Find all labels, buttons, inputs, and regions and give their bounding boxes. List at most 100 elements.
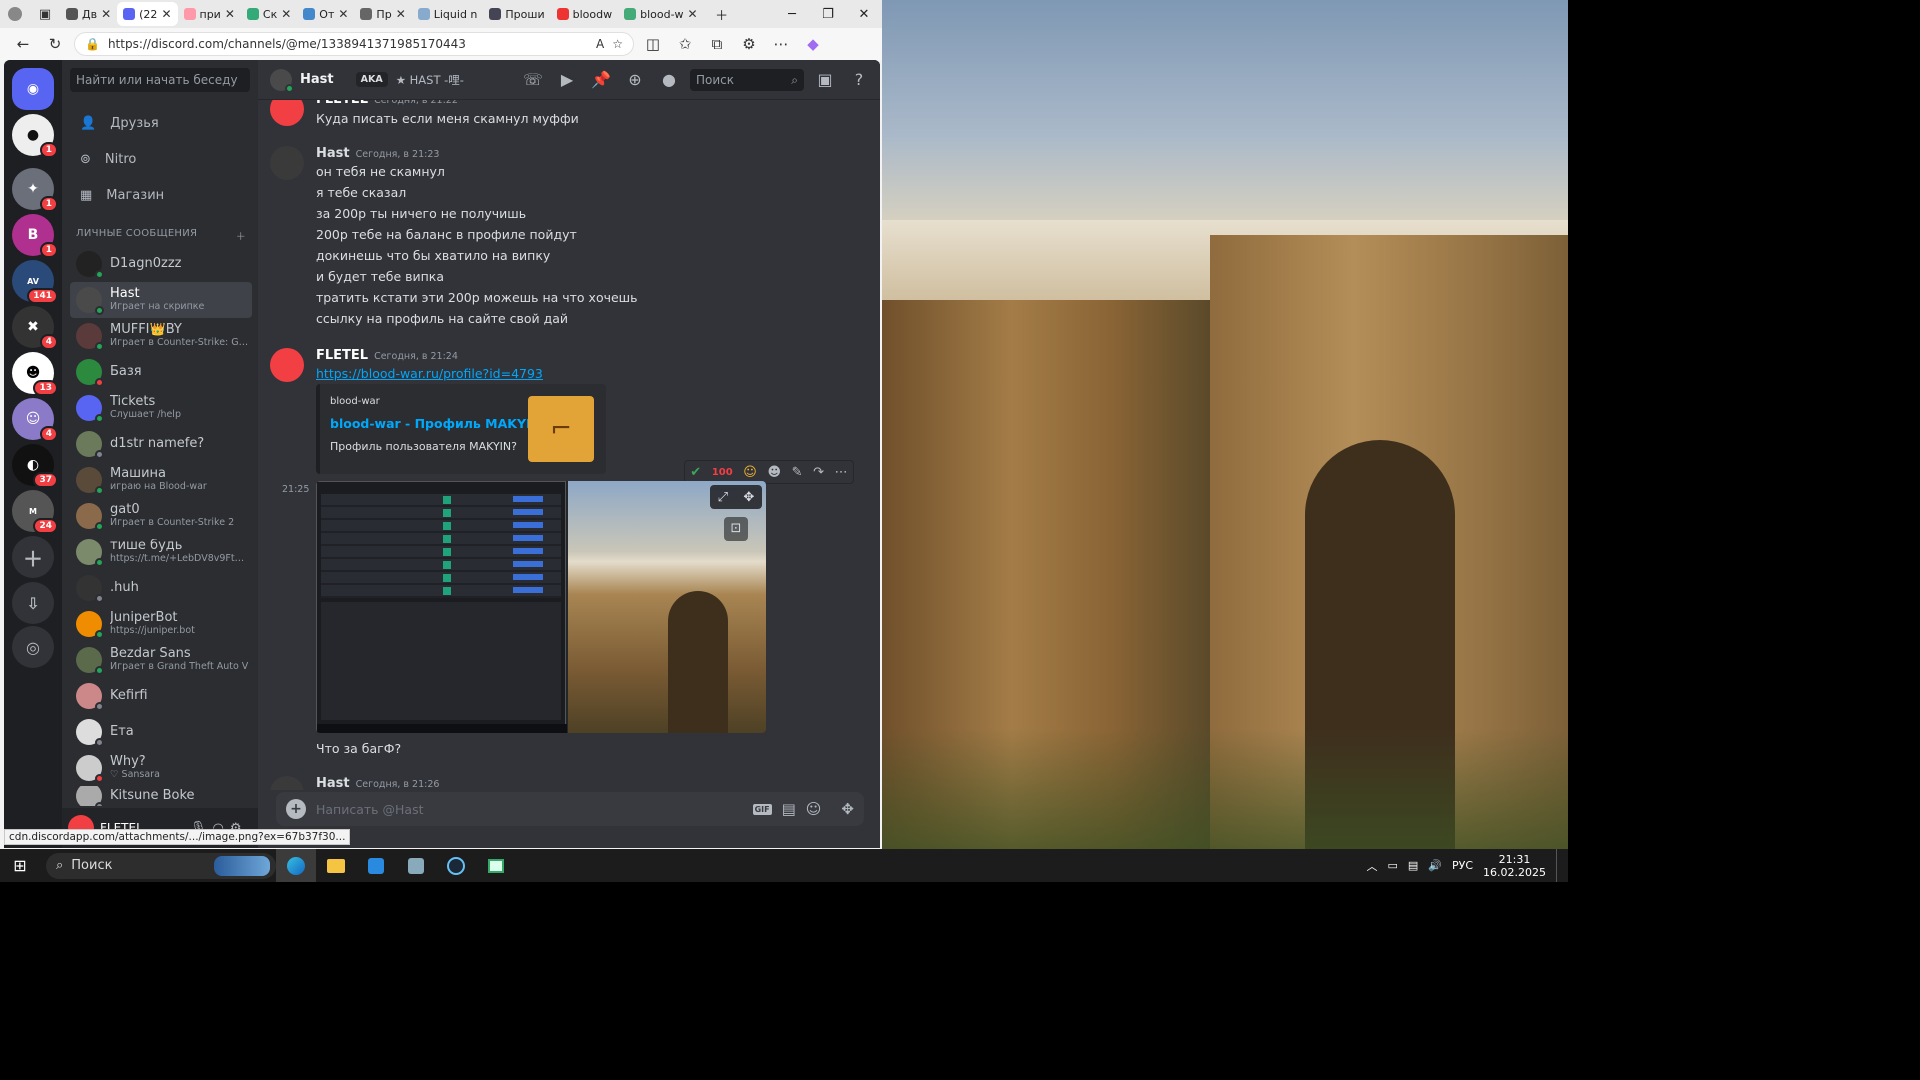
edit-pencil-icon[interactable]: ✎: [792, 465, 803, 480]
server-icon[interactable]: ☻ 13: [12, 352, 58, 396]
dm-avatar-unread[interactable]: ● 1: [12, 114, 58, 158]
steam-icon[interactable]: [436, 849, 476, 882]
server-icon[interactable]: ◐ 37: [12, 444, 58, 488]
favorites-icon[interactable]: ✩: [672, 35, 698, 53]
dm-item[interactable]: d1str namefe?: [70, 426, 252, 462]
help-icon[interactable]: ?: [846, 70, 872, 89]
video-call-icon[interactable]: ▶: [554, 70, 580, 89]
nav-nitro[interactable]: ⊚ Nitro: [70, 142, 250, 176]
new-tab-button[interactable]: ＋: [704, 5, 740, 24]
browser-tab[interactable]: Проши: [483, 2, 550, 26]
browser-tab[interactable]: blood-w ✕: [618, 2, 704, 26]
start-windows-icon[interactable]: ⊞: [0, 849, 40, 882]
tab-actions-icon[interactable]: ▣: [30, 0, 60, 31]
maximize-button[interactable]: ❐: [810, 7, 846, 22]
server-icon-majestic[interactable]: M 24: [12, 490, 58, 534]
attach-plus-icon[interactable]: +: [286, 799, 306, 819]
app-icon[interactable]: [396, 849, 436, 882]
download-apps-icon[interactable]: ⇩: [12, 582, 54, 624]
profile-icon[interactable]: [0, 0, 30, 31]
browser-tab[interactable]: bloodw: [551, 2, 618, 26]
apps-launcher-icon[interactable]: ✥: [841, 800, 854, 818]
dm-item[interactable]: Tickets Слушает /help: [70, 390, 252, 426]
volume-icon[interactable]: 🔊: [1428, 859, 1442, 872]
dm-item[interactable]: D1agn0zzz: [70, 246, 252, 282]
server-icon[interactable]: ✖ 4: [12, 306, 58, 350]
dm-item[interactable]: Машина играю на Blood-war: [70, 462, 252, 498]
laugh-reaction-icon[interactable]: ☺: [743, 465, 757, 480]
message-link[interactable]: https://blood-war.ru/profile?id=4793: [316, 363, 543, 384]
discord-home-icon[interactable]: ◉: [12, 68, 54, 110]
refresh-icon[interactable]: ↻: [42, 35, 68, 53]
user-profile-icon[interactable]: ●: [656, 70, 682, 89]
message-composer[interactable]: + Написать @Hast GIF ▤ ☺ ✥: [276, 792, 864, 826]
dm-item-selected[interactable]: Hast Играет на скрипке: [70, 282, 252, 318]
more-menu-icon[interactable]: ⋯: [768, 35, 794, 53]
taskbar-search[interactable]: ⌕ Поиск: [46, 852, 276, 879]
sticker-icon[interactable]: ▤: [782, 800, 796, 818]
embed-thumbnail-rifle[interactable]: ⌐: [528, 396, 594, 462]
avatar[interactable]: [270, 146, 304, 180]
browser-tab[interactable]: Пр ✕: [354, 2, 411, 26]
copilot-icon[interactable]: ◆: [800, 35, 826, 53]
gif-icon[interactable]: GIF: [752, 803, 772, 815]
dm-item[interactable]: Kefirfi: [70, 678, 252, 714]
close-window-button[interactable]: ✕: [846, 7, 882, 22]
app-window-icon[interactable]: [476, 849, 516, 882]
collections-icon[interactable]: ⧉: [704, 35, 730, 53]
discover-icon[interactable]: ◎: [12, 626, 54, 668]
dm-item[interactable]: JuniperBot https://juniper.bot: [70, 606, 252, 642]
extensions-icon[interactable]: ⚙: [736, 35, 762, 53]
dm-item[interactable]: Why? ♡ Sansara: [70, 750, 252, 786]
forward-icon[interactable]: ↷: [813, 465, 824, 480]
server-icon[interactable]: B1: [12, 214, 58, 258]
hundred-reaction-icon[interactable]: 100: [712, 467, 733, 478]
browser-tab[interactable]: Liquid n: [412, 2, 484, 26]
favorite-star-icon[interactable]: ☆: [612, 37, 623, 51]
visual-search-icon[interactable]: ⊡: [724, 517, 748, 541]
check-reaction-icon[interactable]: ✔: [690, 465, 701, 480]
pinned-messages-icon[interactable]: 📌: [588, 70, 614, 89]
expand-icon[interactable]: ⤢: [718, 490, 728, 505]
dm-item[interactable]: .huh: [70, 570, 252, 606]
show-desktop-button[interactable]: [1556, 849, 1560, 882]
composer-placeholder[interactable]: Написать @Hast: [316, 802, 743, 817]
nav-friends[interactable]: 👤 Друзья: [70, 106, 250, 140]
back-icon[interactable]: ←: [10, 35, 36, 53]
create-dm-icon[interactable]: ＋: [236, 228, 246, 243]
meet-now-icon[interactable]: ▭: [1387, 859, 1397, 872]
dm-item[interactable]: Bezdar Sans Играет в Grand Theft Auto V: [70, 642, 252, 678]
browser-tab[interactable]: при ✕: [178, 2, 241, 26]
tray-overflow-icon[interactable]: ︿: [1366, 858, 1377, 874]
clock[interactable]: 21:31 16.02.2025: [1483, 853, 1546, 879]
file-explorer-icon[interactable]: [316, 849, 356, 882]
more-options-icon[interactable]: ⋯: [835, 465, 848, 480]
recipient-name[interactable]: Hast: [300, 72, 334, 87]
add-reaction-icon[interactable]: ☻: [767, 465, 781, 480]
browser-tab[interactable]: Дв ✕: [60, 2, 117, 26]
emoji-icon[interactable]: ☺: [806, 800, 822, 818]
dm-search-input[interactable]: Найти или начать беседу: [70, 68, 250, 92]
add-server-icon[interactable]: ＋: [12, 536, 54, 578]
image-attachment[interactable]: ⤢ ✥ ⊡: [316, 481, 766, 733]
dm-item[interactable]: MUFFI👑BY Играет в Counter-Strike: Glo...: [70, 318, 252, 354]
language-indicator[interactable]: РУС: [1452, 859, 1473, 872]
split-screen-icon[interactable]: ◫: [640, 35, 666, 53]
browser-tab-active[interactable]: (22 ✕: [117, 2, 178, 26]
chat-search-input[interactable]: Поиск ⌕: [690, 68, 804, 91]
dm-item[interactable]: gat0 Играет в Counter-Strike 2: [70, 498, 252, 534]
server-icon[interactable]: ✦ 1: [12, 168, 58, 212]
server-icon[interactable]: ☺ 4: [12, 398, 58, 442]
dm-item[interactable]: Базя: [70, 354, 252, 390]
dm-item[interactable]: Ёта: [70, 714, 252, 750]
minimize-button[interactable]: ─: [774, 7, 810, 22]
apps-icon[interactable]: ✥: [743, 490, 754, 505]
network-icon[interactable]: ▤: [1408, 859, 1418, 872]
voice-call-icon[interactable]: ☏: [520, 70, 546, 89]
server-icon-anxiety[interactable]: AV 141: [12, 260, 58, 304]
browser-tab[interactable]: От ✕: [297, 2, 354, 26]
read-aloud-icon[interactable]: A: [596, 37, 604, 51]
dm-item[interactable]: тише будь https://t.me/+LebDV8v9FtU...: [70, 534, 252, 570]
avatar[interactable]: [270, 348, 304, 382]
address-bar[interactable]: 🔒 https://discord.com/channels/@me/13389…: [74, 32, 634, 56]
